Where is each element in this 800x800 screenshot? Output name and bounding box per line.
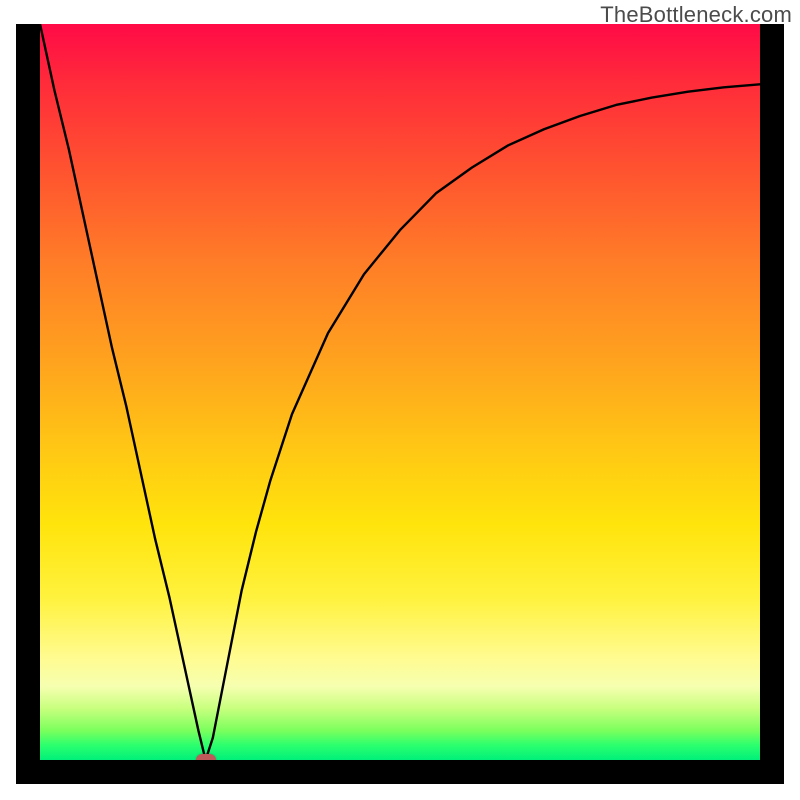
plot-frame [16,24,784,784]
bottleneck-curve [40,24,760,760]
plot-area [40,24,760,760]
chart-root: TheBottleneck.com [0,0,800,800]
optimal-point-marker [196,754,216,760]
